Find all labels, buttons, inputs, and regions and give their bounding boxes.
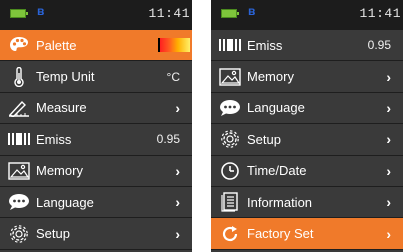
gear-icon bbox=[217, 128, 243, 150]
chevron-right-icon: › bbox=[386, 131, 391, 148]
chevron-right-icon: › bbox=[386, 68, 391, 85]
measure-icon bbox=[6, 97, 32, 119]
menu-item-temp-unit[interactable]: Temp Unit °C bbox=[0, 61, 192, 93]
emissivity-value: 0.95 bbox=[156, 132, 180, 147]
settings-menu: Emiss 0.95 Memory › Language › Setup › T… bbox=[211, 30, 403, 250]
left-screen: ʙ 11:41 Palette Temp Unit °C Measure › E… bbox=[0, 0, 192, 252]
emissivity-value: 0.95 bbox=[367, 38, 391, 53]
menu-item-label: Setup bbox=[36, 226, 70, 242]
menu-item-label: Setup bbox=[247, 131, 281, 147]
menu-item-label: Temp Unit bbox=[36, 69, 95, 85]
menu-item-setup[interactable]: Setup › bbox=[211, 124, 403, 156]
palette-icon bbox=[6, 34, 32, 56]
menu-item-setup[interactable]: Setup › bbox=[0, 218, 192, 250]
clock-time: 11:41 bbox=[148, 6, 190, 21]
image-icon bbox=[217, 66, 243, 88]
speech-bubble-icon bbox=[6, 191, 32, 213]
bluetooth-icon: ʙ bbox=[37, 4, 45, 18]
emissivity-icon bbox=[6, 128, 32, 150]
menu-item-label: Information bbox=[247, 194, 313, 210]
chevron-right-icon: › bbox=[175, 99, 180, 116]
bluetooth-icon: ʙ bbox=[248, 4, 256, 18]
menu-item-label: Language bbox=[36, 194, 94, 210]
menu-item-label: Language bbox=[247, 100, 305, 116]
right-screen: ʙ 11:41 Emiss 0.95 Memory › Language › S… bbox=[211, 0, 403, 252]
reset-icon bbox=[217, 223, 243, 245]
battery-icon bbox=[10, 9, 28, 18]
chevron-right-icon: › bbox=[386, 225, 391, 242]
menu-item-label: Memory bbox=[36, 163, 83, 179]
chevron-right-icon: › bbox=[175, 162, 180, 179]
menu-item-emissivity[interactable]: Emiss 0.95 bbox=[0, 124, 192, 156]
menu-item-label: Emiss bbox=[36, 131, 72, 147]
menu-item-emissivity[interactable]: Emiss 0.95 bbox=[211, 30, 403, 62]
chevron-right-icon: › bbox=[175, 194, 180, 211]
clock-time: 11:41 bbox=[359, 6, 401, 21]
menu-item-label: Measure bbox=[36, 100, 87, 116]
menu-item-palette[interactable]: Palette bbox=[0, 30, 192, 62]
menu-item-measure[interactable]: Measure › bbox=[0, 93, 192, 125]
status-bar: ʙ 11:41 bbox=[211, 0, 403, 30]
settings-menu: Palette Temp Unit °C Measure › Emiss 0.9… bbox=[0, 30, 192, 250]
chevron-right-icon: › bbox=[386, 162, 391, 179]
menu-item-memory[interactable]: Memory › bbox=[0, 156, 192, 187]
chevron-right-icon: › bbox=[175, 225, 180, 242]
menu-item-memory[interactable]: Memory › bbox=[211, 61, 403, 93]
menu-item-language[interactable]: Language › bbox=[211, 93, 403, 125]
chevron-right-icon: › bbox=[386, 194, 391, 211]
menu-item-information[interactable]: Information › bbox=[211, 187, 403, 219]
thermometer-icon bbox=[6, 66, 32, 88]
menu-item-time-date[interactable]: Time/Date › bbox=[211, 156, 403, 187]
palette-preview bbox=[158, 38, 190, 52]
menu-item-label: Memory bbox=[247, 69, 294, 85]
clock-icon bbox=[217, 160, 243, 182]
document-icon bbox=[217, 191, 243, 213]
menu-item-label: Emiss bbox=[247, 37, 283, 53]
speech-bubble-icon bbox=[217, 97, 243, 119]
battery-icon bbox=[221, 9, 239, 18]
temp-unit-value: °C bbox=[166, 69, 180, 84]
chevron-right-icon: › bbox=[386, 99, 391, 116]
menu-item-factory-set[interactable]: Factory Set › bbox=[211, 218, 403, 250]
image-icon bbox=[6, 160, 32, 182]
menu-item-label: Factory Set bbox=[247, 226, 314, 242]
menu-item-language[interactable]: Language › bbox=[0, 187, 192, 219]
menu-item-label: Time/Date bbox=[247, 163, 307, 179]
gear-icon bbox=[6, 223, 32, 245]
status-bar: ʙ 11:41 bbox=[0, 0, 192, 30]
emissivity-icon bbox=[217, 34, 243, 56]
